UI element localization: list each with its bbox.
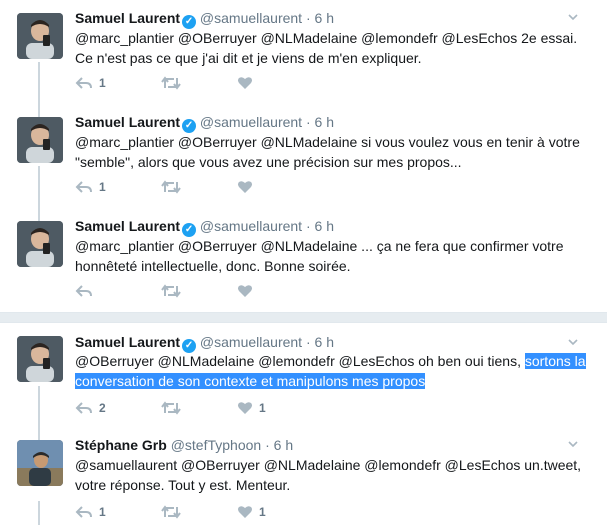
reply-button[interactable]: 1: [75, 502, 106, 522]
author-name[interactable]: Samuel Laurent: [75, 218, 180, 234]
author-handle[interactable]: @samuellaurent: [200, 114, 302, 130]
retweet-button[interactable]: [161, 398, 187, 418]
tweet-time[interactable]: 6 h: [315, 114, 334, 130]
like-button[interactable]: 1: [237, 502, 266, 522]
reply-count: 2: [99, 401, 106, 415]
conversation-panel-2: Samuel Laurent ✓ @samuellaurent · 6 h @OB…: [0, 322, 607, 525]
heart-icon: [238, 506, 252, 518]
like-button[interactable]: [237, 281, 259, 301]
reply-icon: [75, 77, 92, 89]
tweet[interactable]: Samuel Laurent ✓ @samuellaurent · 6 h @ma…: [0, 104, 607, 208]
tweet[interactable]: Samuel Laurent ✓ @samuellaurent · 6 h @ma…: [0, 0, 607, 104]
retweet-icon: [161, 401, 181, 415]
reply-button[interactable]: 1: [75, 177, 106, 197]
retweet-button[interactable]: [161, 502, 187, 522]
reply-button[interactable]: 1: [75, 73, 106, 93]
verified-badge-icon: ✓: [182, 15, 197, 29]
author-name[interactable]: Samuel Laurent: [75, 114, 180, 130]
heart-icon: [238, 285, 252, 297]
author-handle[interactable]: @samuellaurent: [200, 334, 302, 350]
chevron-down-icon[interactable]: [567, 438, 579, 450]
avatar[interactable]: [17, 13, 63, 59]
reply-button[interactable]: 2: [75, 398, 106, 418]
dot-separator: ·: [305, 10, 311, 26]
tweet-time[interactable]: 6 h: [315, 218, 334, 234]
tweet-actions: 2 1: [75, 398, 375, 418]
retweet-button[interactable]: [161, 73, 187, 93]
retweet-icon: [161, 505, 181, 519]
heart-icon: [238, 181, 252, 193]
tweet-text: @marc_plantier @OBerruyer @NLMadelaine .…: [75, 238, 564, 274]
author-name[interactable]: Samuel Laurent: [75, 10, 180, 26]
reply-count: 1: [99, 76, 106, 90]
tweet-time[interactable]: 6 h: [274, 437, 293, 453]
tweet-text: @samuellaurent @OBerruyer @NLMadelaine @…: [75, 457, 582, 493]
tweet-text-plain: @OBerruyer @NLMadelaine @lemondefr @LesE…: [75, 353, 525, 369]
author-name[interactable]: Stéphane Grb: [75, 437, 167, 453]
like-button[interactable]: [237, 73, 259, 93]
tweet-text: @OBerruyer @NLMadelaine @lemondefr @LesE…: [75, 351, 595, 391]
author-name[interactable]: Samuel Laurent: [75, 334, 180, 350]
like-count: 1: [259, 401, 266, 415]
tweet-time[interactable]: 6 h: [315, 334, 334, 350]
like-count: 1: [259, 505, 266, 519]
verified-badge-icon: ✓: [182, 119, 197, 133]
avatar[interactable]: [17, 117, 63, 163]
reply-icon: [75, 402, 92, 414]
reply-icon: [75, 181, 92, 193]
retweet-icon: [161, 180, 181, 194]
reply-icon: [75, 506, 92, 518]
author-handle[interactable]: @samuellaurent: [200, 218, 302, 234]
tweet-actions: 1: [75, 73, 375, 93]
dot-separator: ·: [305, 218, 311, 234]
dot-separator: ·: [305, 334, 311, 350]
retweet-button[interactable]: [161, 177, 187, 197]
reply-count: 1: [99, 505, 106, 519]
reply-icon: [75, 285, 92, 297]
tweet-text: @marc_plantier @OBerruyer @NLMadelaine @…: [75, 30, 578, 66]
retweet-button[interactable]: [161, 281, 187, 301]
author-handle[interactable]: @stefTyphoon: [171, 437, 262, 453]
tweet-actions: [75, 281, 375, 301]
tweet[interactable]: Samuel Laurent ✓ @samuellaurent · 6 h @ma…: [0, 208, 607, 312]
avatar[interactable]: [17, 440, 63, 486]
avatar[interactable]: [17, 336, 63, 382]
verified-badge-icon: ✓: [182, 223, 197, 237]
heart-icon: [238, 77, 252, 89]
tweet-actions: 1: [75, 177, 375, 197]
like-button[interactable]: [237, 177, 259, 197]
tweet[interactable]: Samuel Laurent ✓ @samuellaurent · 6 h @OB…: [0, 323, 607, 426]
retweet-icon: [161, 284, 181, 298]
tweet-time[interactable]: 6 h: [315, 10, 334, 26]
avatar[interactable]: [17, 221, 63, 267]
tweet[interactable]: Stéphane Grb @stefTyphoon · 6 h @samuell…: [0, 426, 607, 525]
author-handle[interactable]: @samuellaurent: [200, 10, 302, 26]
chevron-down-icon[interactable]: [567, 11, 579, 23]
tweet-actions: 1 1: [75, 502, 375, 522]
dot-separator: ·: [305, 114, 311, 130]
dot-separator: ·: [265, 437, 270, 453]
reply-button[interactable]: [75, 281, 99, 301]
retweet-icon: [161, 76, 181, 90]
heart-icon: [238, 402, 252, 414]
tweet-text: @marc_plantier @OBerruyer @NLMadelaine s…: [75, 134, 580, 170]
like-button[interactable]: 1: [237, 398, 266, 418]
chevron-down-icon[interactable]: [567, 336, 579, 348]
conversation-panel-1: Samuel Laurent ✓ @samuellaurent · 6 h @ma…: [0, 0, 607, 313]
reply-count: 1: [99, 180, 106, 194]
